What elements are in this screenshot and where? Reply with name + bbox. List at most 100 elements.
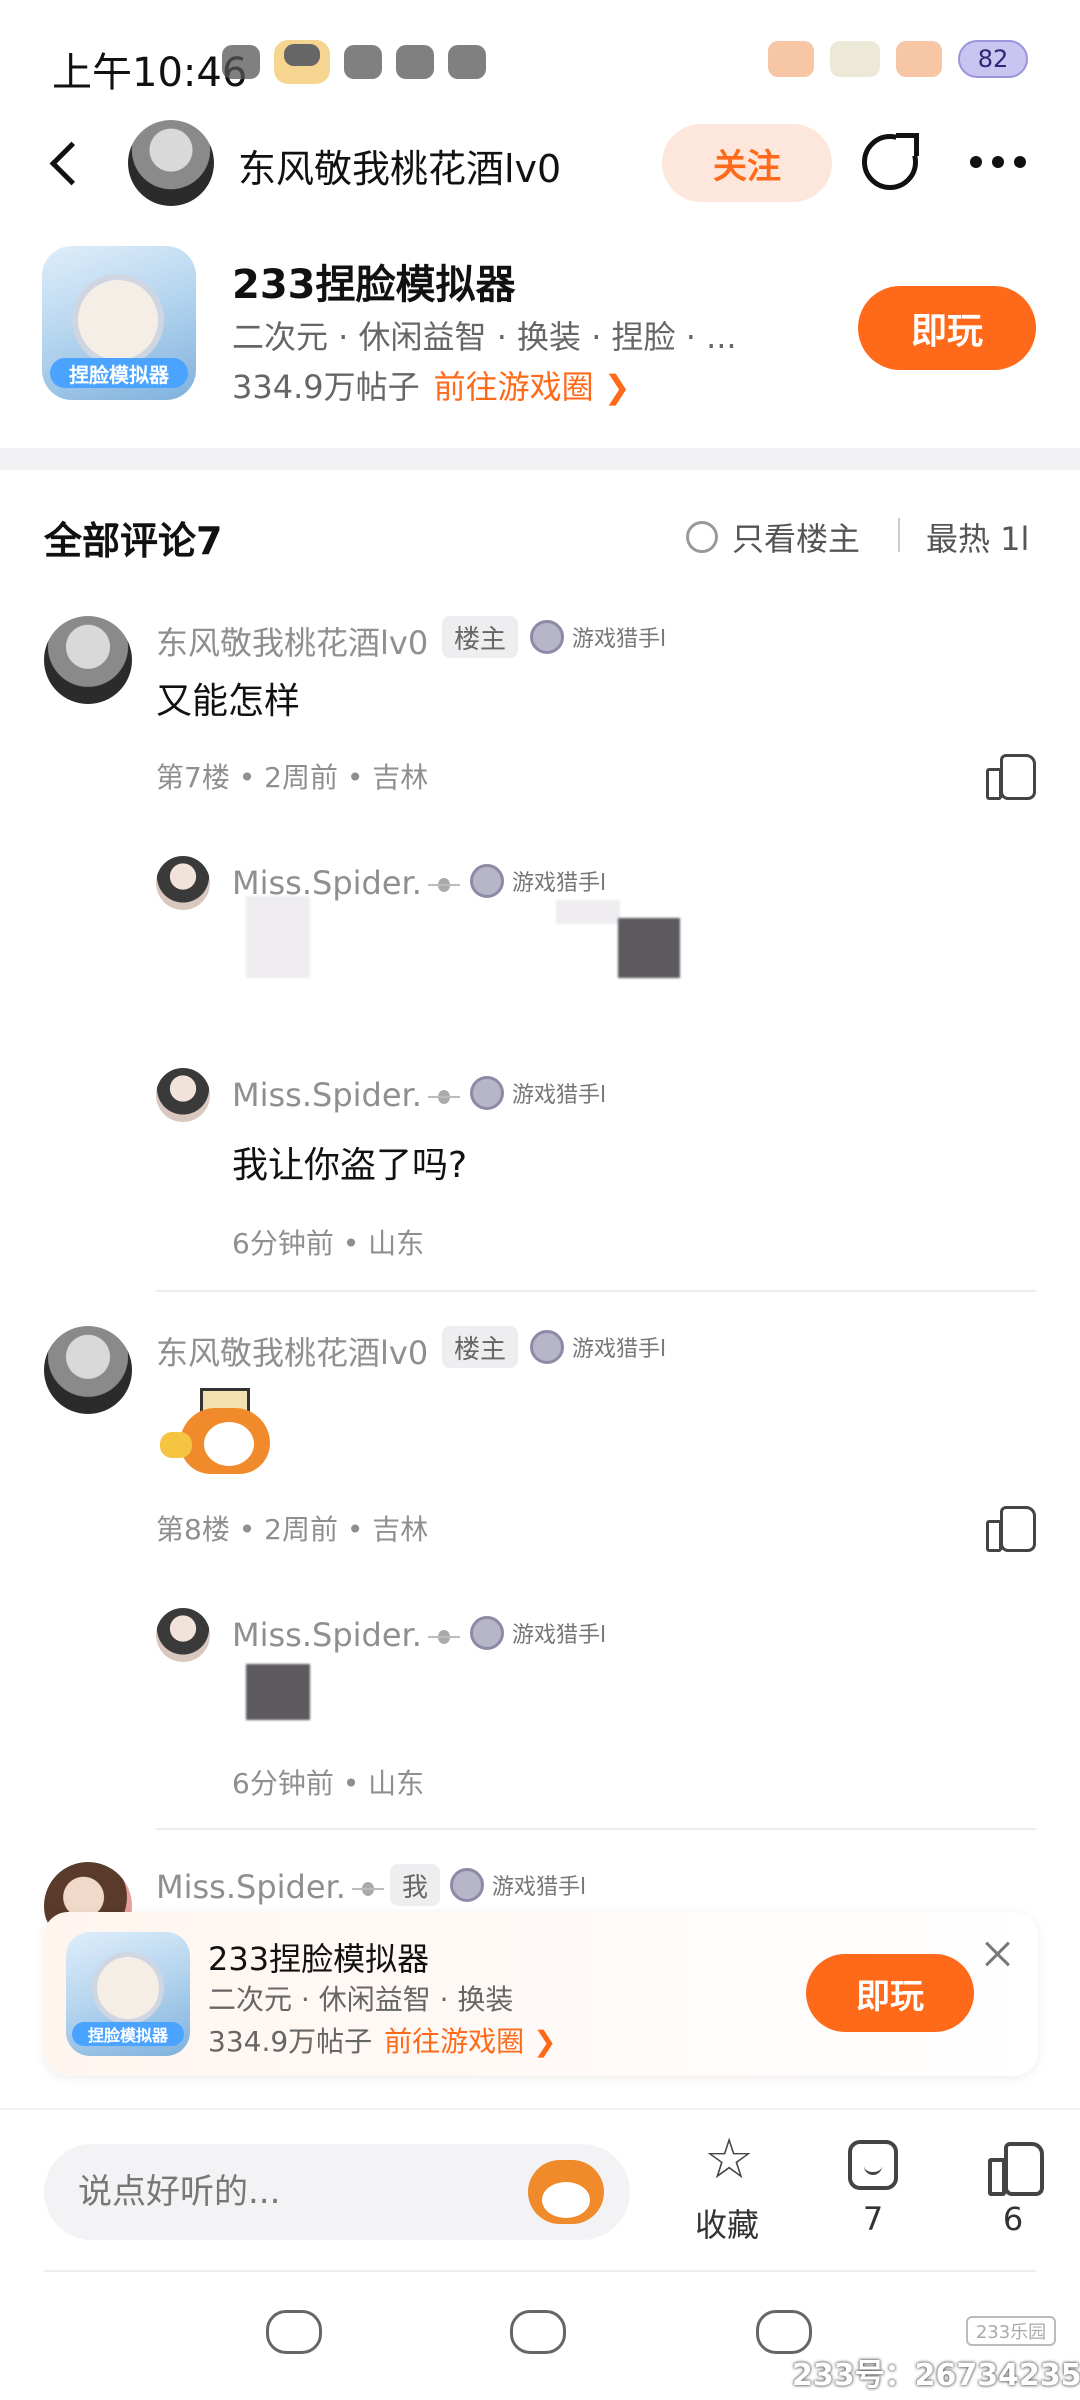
title-badge: 游戏猎手l	[470, 864, 606, 898]
commenter-name-label: Miss.Spider.	[156, 1868, 346, 1906]
reply-avatar[interactable]	[156, 1608, 210, 1662]
title-badge-label: 游戏猎手l	[572, 627, 667, 652]
share-icon[interactable]	[862, 133, 919, 190]
title-badge-label: 游戏猎手l	[512, 871, 607, 896]
game-icon[interactable]: 捏脸模拟器	[66, 1932, 190, 2056]
me-badge: 我	[390, 1864, 441, 1906]
spider-icon	[426, 870, 462, 900]
status-notification-icons	[222, 40, 486, 84]
reply-text: 我让你盗了吗?	[232, 1145, 468, 1186]
reply-name[interactable]: Miss.Spider.	[232, 1616, 462, 1654]
nav-icon[interactable]	[510, 2310, 566, 2354]
follow-button[interactable]: 关注	[662, 124, 832, 202]
comment-button[interactable]: 7	[818, 2140, 928, 2238]
sort-selector[interactable]: 最热 1l	[926, 514, 1029, 560]
like-count: 6	[1002, 2200, 1024, 2238]
title-badge-label: 游戏猎手l	[492, 1875, 587, 1900]
game-title[interactable]: 233捏脸模拟器	[208, 1934, 429, 1980]
reply-name-label: Miss.Spider.	[232, 1076, 422, 1114]
comment-text: 又能怎样	[156, 681, 301, 722]
like-button[interactable]: 6	[958, 2140, 1068, 2238]
game-icon-art	[92, 1952, 164, 2024]
title-badge: 游戏猎手l	[470, 1616, 606, 1650]
watermark-id: 233号：267342357	[792, 2358, 1080, 2393]
title-badge-label: 游戏猎手l	[512, 1083, 607, 1108]
comment-meta: 第8楼 • 2周前 • 吉林	[156, 1513, 429, 1546]
floating-game-card[interactable]: 捏脸模拟器 233捏脸模拟器 二次元 · 休闲益智 · 换装 334.9万帖子前…	[44, 1912, 1038, 2076]
reply-meta: 6分钟前 • 山东	[232, 1227, 425, 1260]
reply-name[interactable]: Miss.Spider.	[232, 1076, 462, 1114]
game-title[interactable]: 233捏脸模拟器	[232, 252, 516, 310]
game-circle-link[interactable]: 前往游戏圈 ❯	[434, 368, 631, 406]
game-post-count: 334.9万帖子	[232, 368, 420, 406]
reply-name-label: Miss.Spider.	[232, 1616, 422, 1654]
commenter-name[interactable]: 东风敬我桃花酒lv0	[156, 618, 428, 664]
notification-icon	[222, 45, 260, 79]
divider	[898, 518, 900, 552]
game-post-count: 334.9万帖子	[208, 2025, 373, 2058]
sticker-part	[160, 1432, 192, 1458]
game-circle-link[interactable]: 前往游戏圈 ❯	[384, 2025, 556, 2058]
play-button[interactable]: 即玩	[806, 1954, 974, 2032]
title-badge-label: 游戏猎手l	[572, 1337, 667, 1362]
blurred-content	[246, 1664, 310, 1720]
play-button[interactable]: 即玩	[858, 286, 1036, 370]
emoji-icon[interactable]	[528, 2160, 604, 2224]
section-divider	[0, 448, 1080, 470]
spider-icon	[426, 1622, 462, 1652]
hunter-badge-icon	[530, 1330, 564, 1364]
bluetooth-icon	[768, 41, 814, 77]
op-only-toggle[interactable]: 只看楼主	[686, 514, 860, 560]
commenter-avatar[interactable]	[44, 616, 132, 704]
hunter-badge-icon	[470, 1616, 504, 1650]
like-icon[interactable]	[986, 752, 1036, 800]
battery-indicator: 82	[958, 40, 1028, 78]
hunter-badge-icon	[470, 864, 504, 898]
back-icon[interactable]	[40, 140, 90, 190]
game-tags: 二次元 · 休闲益智 · 换装 · 捏脸 · ...	[232, 318, 737, 356]
comment-input-box[interactable]	[44, 2144, 630, 2240]
title-badge: 游戏猎手l	[470, 1076, 606, 1110]
sticker-part	[204, 1422, 254, 1466]
op-only-label: 只看楼主	[732, 520, 861, 558]
favorite-label: 收藏	[694, 2206, 759, 2244]
nav-icon[interactable]	[756, 2310, 812, 2354]
reply-avatar[interactable]	[156, 1068, 210, 1122]
commenter-name[interactable]: 东风敬我桃花酒lv0	[156, 1328, 428, 1374]
like-icon[interactable]	[986, 1504, 1036, 1552]
commenter-name[interactable]: Miss.Spider.	[156, 1868, 386, 1906]
radio-icon[interactable]	[686, 521, 718, 553]
reply-avatar[interactable]	[156, 856, 210, 910]
watermark-logo: 233乐园	[966, 2316, 1056, 2346]
status-time: 上午10:46	[52, 50, 248, 96]
spider-icon	[350, 1874, 386, 1904]
comment-separator	[156, 1828, 1036, 1830]
title-badge: 游戏猎手l	[530, 1330, 666, 1364]
status-bar: 上午10:46 82	[0, 0, 1080, 120]
notification-icon	[396, 45, 434, 79]
author-name[interactable]: 东风敬我桃花酒lv0	[238, 138, 561, 193]
game-icon-label: 捏脸模拟器	[50, 358, 188, 388]
comment-input[interactable]	[78, 2144, 518, 2240]
notification-icon	[344, 45, 382, 79]
title-badge-label: 游戏猎手l	[512, 1623, 607, 1648]
comment-icon	[848, 2140, 898, 2190]
spider-icon	[426, 1082, 462, 1112]
status-system-icons: 82	[768, 40, 1028, 78]
nav-icon[interactable]	[266, 2310, 322, 2354]
game-icon[interactable]: 捏脸模拟器	[42, 246, 196, 400]
author-avatar[interactable]	[128, 120, 214, 206]
favorite-button[interactable]: 收藏	[672, 2132, 782, 2246]
op-badge: 楼主	[442, 1326, 519, 1368]
op-badge: 楼主	[442, 616, 519, 658]
comment-separator	[156, 1290, 1036, 1292]
thumbs-up-icon	[988, 2140, 1044, 2196]
blurred-content	[618, 918, 680, 978]
more-options-icon[interactable]	[970, 142, 1040, 182]
signal-icon	[830, 41, 880, 77]
notification-icon	[448, 45, 486, 79]
hunter-badge-icon	[450, 1868, 484, 1902]
notification-icon	[274, 40, 330, 84]
commenter-avatar[interactable]	[44, 1326, 132, 1414]
close-icon[interactable]	[980, 1936, 1016, 1972]
